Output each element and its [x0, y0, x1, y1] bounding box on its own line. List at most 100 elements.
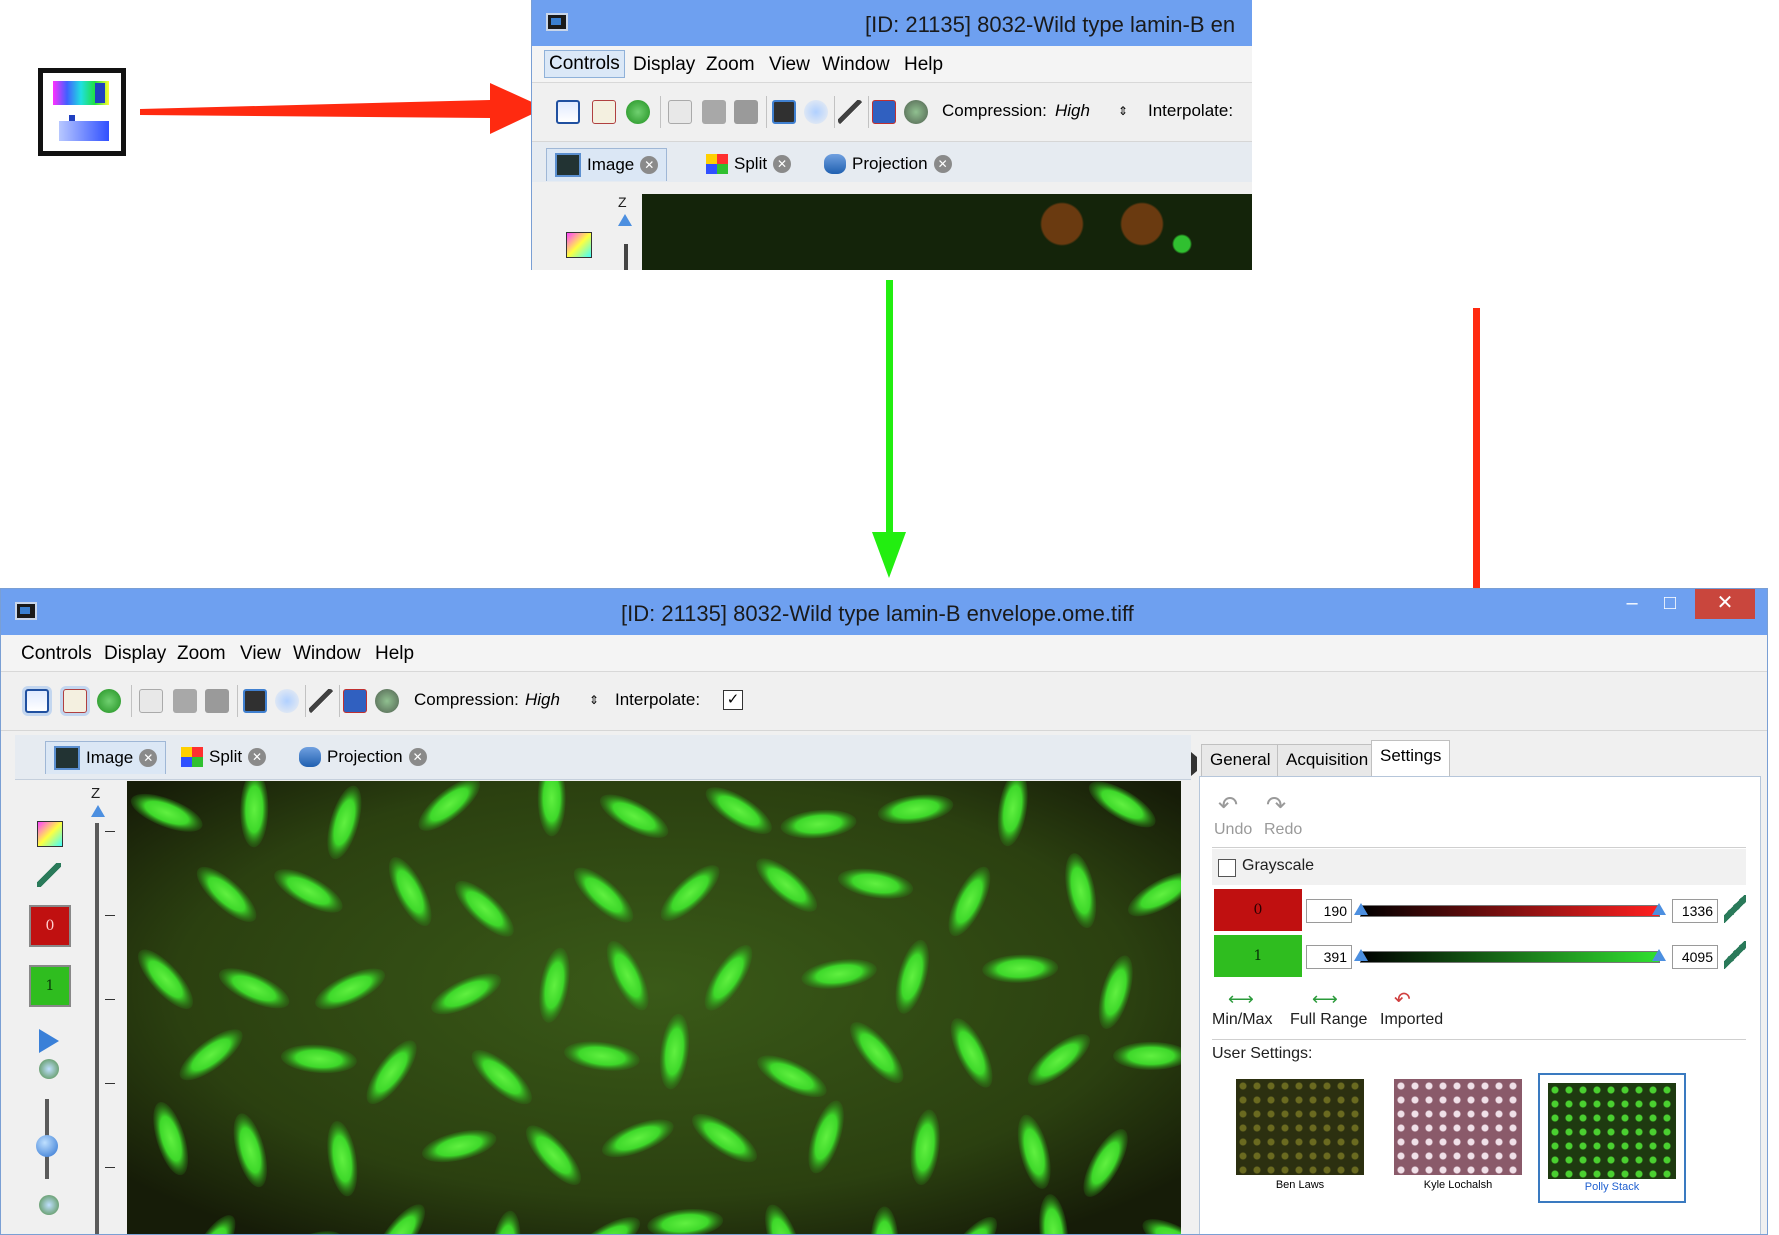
channel-0-max-input[interactable]: 1336 — [1672, 899, 1718, 923]
close-button[interactable]: ✕ — [1695, 589, 1755, 619]
channel-0-min-input[interactable]: 190 — [1306, 899, 1352, 923]
undo-icon[interactable]: ↶ — [1218, 791, 1238, 820]
rendering-settings-icon[interactable] — [556, 100, 580, 124]
microscopy-image-crop[interactable] — [642, 194, 1252, 270]
tab-general[interactable]: General — [1201, 744, 1280, 777]
imported-icon[interactable]: ↶ — [1394, 987, 1411, 1012]
settings-gear-icon[interactable] — [375, 689, 399, 713]
maximize-button[interactable]: □ — [1653, 589, 1687, 619]
menu-help[interactable]: Help — [375, 643, 414, 665]
user-setting-kyle-lochalsh[interactable]: Kyle Lochalsh — [1388, 1079, 1528, 1199]
undo-button[interactable]: Undo — [1214, 821, 1252, 839]
color-picker-icon[interactable] — [566, 232, 592, 258]
channel-1-min-input[interactable]: 391 — [1306, 945, 1352, 969]
export-image-icon[interactable] — [872, 100, 896, 124]
color-picker-icon[interactable] — [37, 821, 63, 847]
tab-split[interactable]: Split ✕ — [698, 148, 799, 180]
channel-1-max-thumb[interactable] — [1652, 949, 1666, 961]
tab-split[interactable]: Split ✕ — [173, 741, 274, 773]
min-max-button[interactable]: Min/Max — [1212, 1011, 1272, 1029]
edit-icon[interactable] — [592, 100, 616, 124]
menu-window[interactable]: Window — [293, 643, 361, 665]
compression-spinner-icon[interactable]: ⇕ — [589, 693, 599, 707]
magnify-icon[interactable] — [804, 100, 828, 124]
close-icon[interactable]: ✕ — [933, 155, 952, 173]
tab-projection[interactable]: Projection ✕ — [816, 148, 960, 180]
menu-controls[interactable]: Controls — [544, 50, 625, 78]
settings-gear-icon[interactable] — [904, 100, 928, 124]
pipette-icon[interactable] — [1724, 895, 1746, 923]
interpolate-checkbox[interactable]: ✓ — [723, 690, 743, 710]
redo-icon[interactable]: ↷ — [1266, 791, 1286, 820]
z-slider-track[interactable] — [624, 244, 628, 270]
copy-icon[interactable] — [668, 100, 692, 124]
menu-help[interactable]: Help — [904, 54, 943, 76]
tab-projection[interactable]: Projection ✕ — [291, 741, 435, 773]
microscopy-image[interactable] — [127, 781, 1181, 1235]
tab-image[interactable]: Image ✕ — [546, 148, 668, 181]
tab-settings[interactable]: Settings — [1371, 740, 1451, 777]
tab-acquisition[interactable]: Acquisition — [1277, 744, 1378, 777]
full-range-icon[interactable]: ⟷ — [1312, 989, 1338, 1010]
channel-1-min-thumb[interactable] — [1354, 949, 1368, 961]
save-icon[interactable] — [205, 689, 229, 713]
paste-icon[interactable] — [702, 100, 726, 124]
close-icon[interactable]: ✕ — [248, 748, 267, 766]
min-max-icon[interactable]: ⟷ — [1228, 989, 1254, 1010]
menu-display[interactable]: Display — [104, 643, 166, 665]
menu-zoom[interactable]: Zoom — [177, 643, 226, 665]
menu-display[interactable]: Display — [633, 54, 695, 76]
user-setting-polly-stack[interactable]: Polly Stack — [1538, 1073, 1686, 1203]
full-range-button[interactable]: Full Range — [1290, 1011, 1367, 1029]
tab-image[interactable]: Image ✕ — [45, 741, 167, 774]
magnify-icon[interactable] — [275, 689, 299, 713]
compression-value[interactable]: High — [525, 690, 560, 710]
copy-icon[interactable] — [139, 689, 163, 713]
user-setting-ben-laws[interactable]: Ben Laws — [1230, 1079, 1370, 1199]
compression-value[interactable]: High — [1055, 101, 1090, 121]
imported-button[interactable]: Imported — [1380, 1011, 1443, 1029]
zoom-slider-thumb[interactable] — [36, 1135, 58, 1157]
edit-icon[interactable] — [63, 689, 87, 713]
channel-1-swatch[interactable]: 1 — [1214, 935, 1302, 977]
menu-window[interactable]: Window — [822, 54, 890, 76]
channel-0-button[interactable]: 0 — [29, 905, 71, 947]
grayscale-checkbox[interactable] — [1218, 859, 1236, 877]
menu-zoom[interactable]: Zoom — [706, 54, 755, 76]
movie-icon[interactable] — [772, 100, 796, 124]
refresh-icon[interactable] — [626, 100, 650, 124]
pipette-icon[interactable] — [309, 689, 333, 713]
image-canvas[interactable] — [127, 781, 1181, 1235]
movie-icon[interactable] — [243, 689, 267, 713]
channel-0-swatch[interactable]: 0 — [1214, 889, 1302, 931]
export-image-icon[interactable] — [343, 689, 367, 713]
close-icon[interactable]: ✕ — [773, 155, 792, 173]
close-icon[interactable]: ✕ — [408, 748, 427, 766]
channel-0-max-thumb[interactable] — [1652, 903, 1666, 915]
channel-0-min-thumb[interactable] — [1354, 903, 1368, 915]
minimize-button[interactable]: – — [1615, 589, 1649, 619]
pipette-icon[interactable] — [37, 863, 61, 887]
refresh-icon[interactable] — [97, 689, 121, 713]
close-icon[interactable]: ✕ — [640, 156, 659, 174]
menu-view[interactable]: View — [240, 643, 281, 665]
play-icon[interactable] — [39, 1029, 59, 1053]
pipette-icon[interactable] — [838, 100, 862, 124]
channel-1-max-input[interactable]: 4095 — [1672, 945, 1718, 969]
close-icon[interactable]: ✕ — [139, 749, 158, 767]
compression-spinner-icon[interactable]: ⇕ — [1118, 104, 1128, 118]
z-slider-track[interactable] — [95, 823, 99, 1234]
channel-1-button[interactable]: 1 — [29, 965, 71, 1007]
z-slider-arrow-icon[interactable] — [618, 214, 632, 226]
paste-icon[interactable] — [173, 689, 197, 713]
zoom-in-icon[interactable] — [39, 1059, 59, 1079]
pipette-icon[interactable] — [1724, 941, 1746, 969]
redo-button[interactable]: Redo — [1264, 821, 1302, 839]
rendering-settings-icon[interactable] — [25, 689, 49, 713]
menu-view[interactable]: View — [769, 54, 810, 76]
menu-controls[interactable]: Controls — [21, 643, 92, 665]
zoom-out-icon[interactable] — [39, 1195, 59, 1215]
save-icon[interactable] — [734, 100, 758, 124]
collapse-arrow-icon[interactable] — [1191, 752, 1197, 776]
channel-0-slider[interactable] — [1360, 905, 1660, 917]
